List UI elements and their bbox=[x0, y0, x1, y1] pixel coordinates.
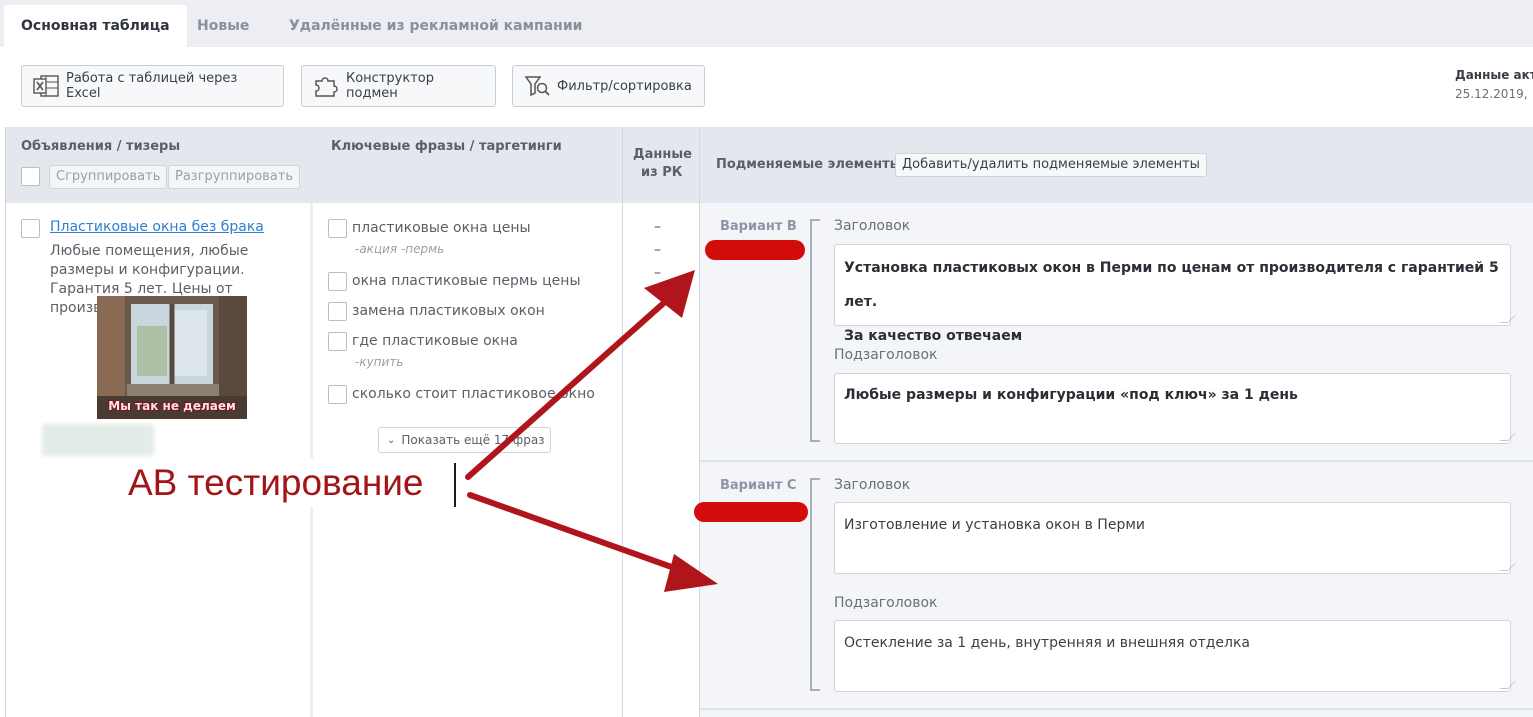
ads-column-title: Объявления / тизеры bbox=[21, 139, 181, 154]
keyword-minus-words: -акция -пермь bbox=[355, 242, 445, 256]
keyword-checkbox[interactable] bbox=[328, 272, 347, 291]
subheadline-text: Остекление за 1 день, внутренняя и внешн… bbox=[844, 635, 1251, 651]
chevron-down-icon: ⌄ bbox=[387, 434, 396, 446]
headline-line: Изготовление и установка окон в Перми bbox=[844, 517, 1145, 533]
subheadline-field[interactable]: Любые размеры и конфигурации «под ключ» … bbox=[834, 373, 1516, 444]
filter-sort-button-label: Фильтр/сортировка bbox=[557, 78, 692, 94]
ad-title-link[interactable]: Пластиковые окна без брака bbox=[50, 219, 264, 235]
campaign-data-value: – bbox=[654, 242, 661, 258]
tab-bar: Основная таблица Новые Удалённые из рекл… bbox=[0, 0, 1533, 47]
text-cursor bbox=[454, 463, 456, 507]
campaign-data-value: – bbox=[654, 265, 661, 281]
campaign-data-title: Данные bbox=[633, 147, 692, 162]
keyword-phrase: окна пластиковые пермь цены bbox=[352, 273, 581, 289]
select-all-checkbox[interactable] bbox=[21, 167, 40, 186]
ad-checkbox[interactable] bbox=[21, 219, 40, 238]
keyword-phrase: где пластиковые окна bbox=[352, 333, 518, 349]
variant-c-label: Вариант C bbox=[720, 478, 797, 493]
show-more-phrases-button[interactable]: ⌄ Показать ещё 17 фраз bbox=[378, 427, 551, 453]
show-more-label: Показать ещё 17 фраз bbox=[401, 433, 545, 447]
headline-field[interactable]: Изготовление и установка окон в Перми bbox=[834, 502, 1516, 574]
puzzle-icon bbox=[312, 73, 340, 99]
headline-line: Установка пластиковых окон в Перми по це… bbox=[844, 260, 1499, 310]
add-remove-elements-button[interactable]: Добавить/удалить подменяемые элементы bbox=[895, 153, 1207, 177]
data-updated-value: 25.12.2019, bbox=[1455, 87, 1528, 101]
blurred-badge bbox=[42, 424, 154, 456]
constructor-button-label: Конструктор подмен bbox=[346, 71, 434, 101]
headline-line: За качество отвечаем bbox=[844, 328, 1023, 344]
campaign-data-title-2: из РК bbox=[641, 165, 683, 180]
subheadline-label: Подзаголовок bbox=[834, 595, 938, 611]
group-button[interactable]: Сгруппировать bbox=[49, 165, 168, 189]
subheadline-text: Любые размеры и конфигурации «под ключ» … bbox=[844, 387, 1298, 403]
ab-testing-annotation: АВ тестирование bbox=[124, 459, 428, 507]
tab-deleted[interactable]: Удалённые из рекламной кампании bbox=[272, 5, 599, 47]
divider bbox=[5, 127, 6, 717]
variant-separator bbox=[700, 460, 1533, 462]
keyword-checkbox[interactable] bbox=[328, 302, 347, 321]
ad-image-caption: Мы так не делаем bbox=[108, 399, 236, 413]
excel-button[interactable]: Работа с таблицей через Excel bbox=[21, 65, 284, 107]
data-updated-label: Данные акту bbox=[1455, 68, 1533, 82]
variant-bracket bbox=[810, 478, 820, 691]
divider bbox=[622, 127, 623, 717]
redaction-mark bbox=[705, 240, 805, 260]
excel-button-label: Работа с таблицей через Excel bbox=[66, 71, 238, 101]
headline-label: Заголовок bbox=[834, 477, 911, 493]
filter-search-icon bbox=[523, 73, 551, 99]
filter-sort-button[interactable]: Фильтр/сортировка bbox=[512, 65, 705, 107]
headline-label: Заголовок bbox=[834, 218, 911, 234]
variant-b-label: Вариант B bbox=[720, 219, 797, 234]
excel-icon bbox=[32, 73, 60, 99]
keyword-checkbox[interactable] bbox=[328, 385, 347, 404]
keyword-checkbox[interactable] bbox=[328, 332, 347, 351]
subheadline-label: Подзаголовок bbox=[834, 347, 938, 363]
keyword-phrase: сколько стоит пластиковое окно bbox=[352, 386, 595, 402]
toolbar: Работа с таблицей через Excel Конструкто… bbox=[0, 47, 1533, 127]
keyword-phrase: замена пластиковых окон bbox=[352, 303, 545, 319]
tab-main-table[interactable]: Основная таблица bbox=[4, 5, 187, 47]
campaign-data-value: – bbox=[654, 219, 661, 235]
ad-image: Мы так не делаем bbox=[97, 296, 247, 419]
campaign-data-column bbox=[623, 203, 699, 717]
replaced-elements-title: Подменяемые элементы bbox=[716, 157, 902, 172]
keyword-minus-words: -купить bbox=[355, 355, 404, 369]
constructor-button[interactable]: Конструктор подмен bbox=[301, 65, 496, 107]
variant-bracket bbox=[810, 219, 820, 442]
subheadline-field[interactable]: Остекление за 1 день, внутренняя и внешн… bbox=[834, 620, 1516, 692]
ungroup-button[interactable]: Разгруппировать bbox=[168, 165, 301, 189]
headline-field[interactable]: Установка пластиковых окон в Перми по це… bbox=[834, 244, 1516, 344]
redaction-mark bbox=[694, 502, 808, 522]
keyword-checkbox[interactable] bbox=[328, 219, 347, 238]
variant-separator bbox=[700, 708, 1533, 710]
keyword-phrase: пластиковые окна цены bbox=[352, 220, 531, 236]
keywords-column-title: Ключевые фразы / таргетинги bbox=[331, 139, 562, 154]
tab-new[interactable]: Новые bbox=[180, 5, 266, 47]
